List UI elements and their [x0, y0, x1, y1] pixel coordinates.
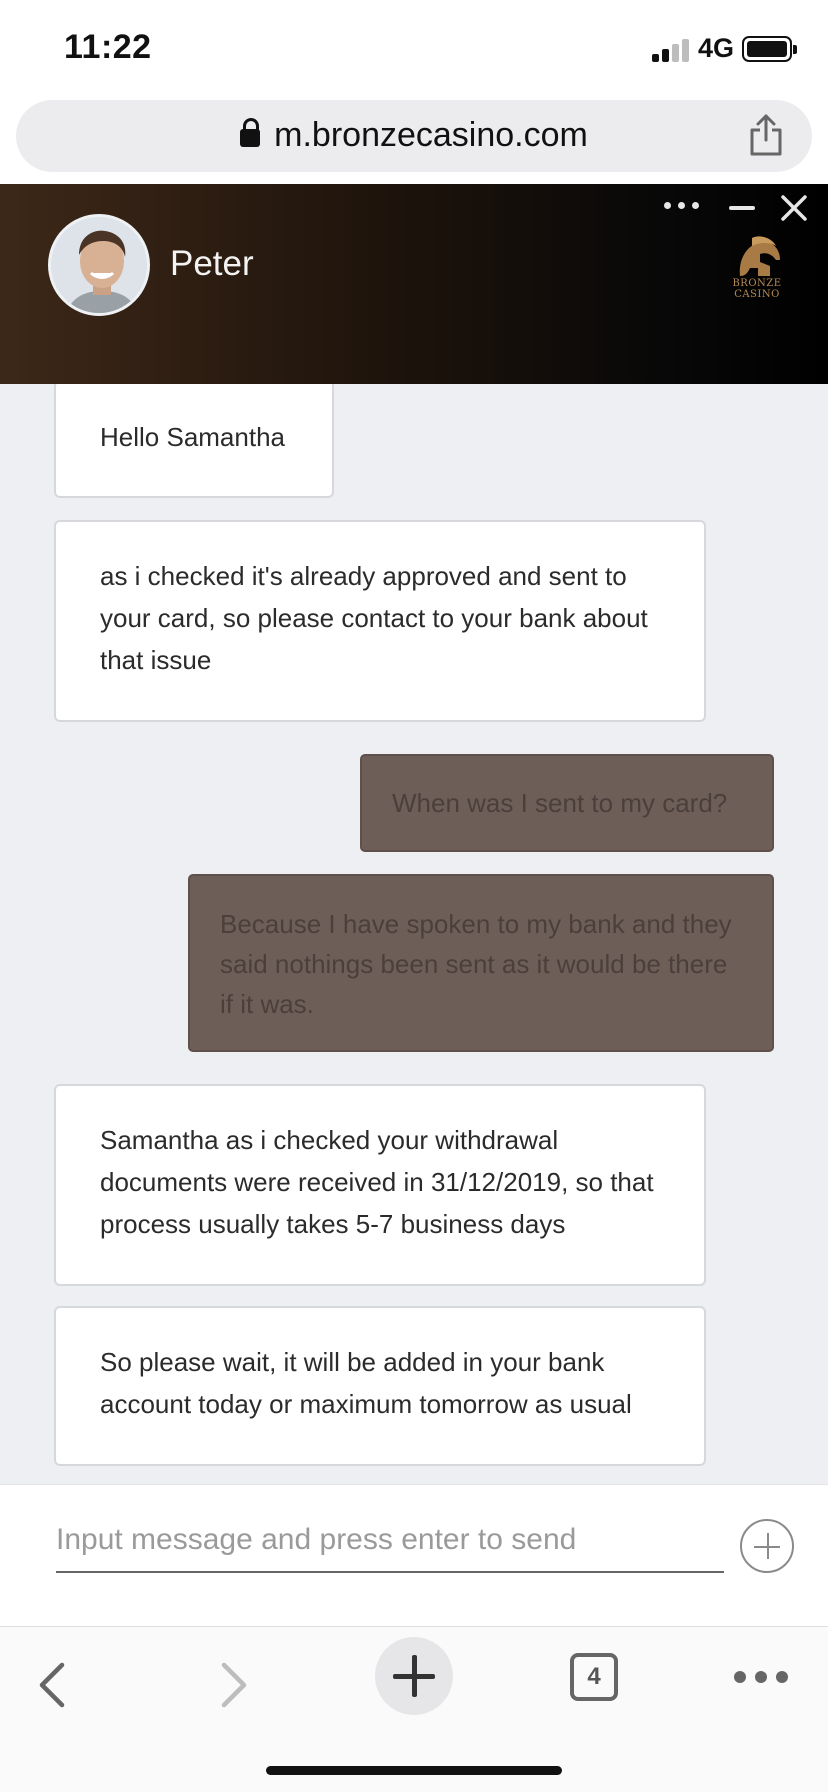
user-message: Because I have spoken to my bank and the…	[188, 874, 774, 1052]
chat-header: Peter BRONZE CASINO	[0, 184, 828, 384]
back-icon[interactable]	[30, 1657, 74, 1713]
more-icon[interactable]	[734, 1671, 788, 1683]
new-tab-button[interactable]	[375, 1637, 453, 1715]
agent-message: Samantha as i checked your withdrawal do…	[54, 1084, 706, 1286]
network-type: 4G	[698, 33, 735, 63]
minimize-icon[interactable]	[729, 206, 755, 210]
chat-messages[interactable]: Hello Samantha as i checked it's already…	[0, 384, 828, 1484]
address-bar[interactable]: m.bronzecasino.com	[16, 100, 812, 172]
agent-message: So please wait, it will be added in your…	[54, 1306, 706, 1466]
share-icon[interactable]	[748, 114, 784, 156]
close-icon[interactable]	[778, 192, 810, 224]
status-bar: 11:22 4G	[0, 0, 828, 96]
lock-icon	[240, 118, 261, 147]
agent-avatar	[48, 214, 150, 316]
battery-icon	[742, 36, 797, 62]
agent-message: as i checked it's already approved and s…	[54, 520, 706, 722]
message-input[interactable]	[56, 1509, 724, 1573]
url-text: m.bronzecasino.com	[274, 116, 588, 154]
add-attachment-button[interactable]	[740, 1519, 794, 1573]
message-composer	[0, 1484, 828, 1626]
logo-text: BRONZE CASINO	[732, 278, 782, 300]
signal-strength-icon	[652, 38, 692, 62]
agent-name: Peter	[170, 244, 254, 283]
tabs-button[interactable]: 4	[570, 1653, 618, 1701]
chat-options-icon[interactable]	[664, 202, 700, 212]
home-indicator[interactable]	[266, 1766, 562, 1775]
forward-icon[interactable]	[212, 1657, 256, 1713]
status-time: 11:22	[64, 28, 152, 66]
agent-message: Hello Samantha	[54, 384, 334, 498]
user-message: When was I sent to my card?	[360, 754, 774, 852]
